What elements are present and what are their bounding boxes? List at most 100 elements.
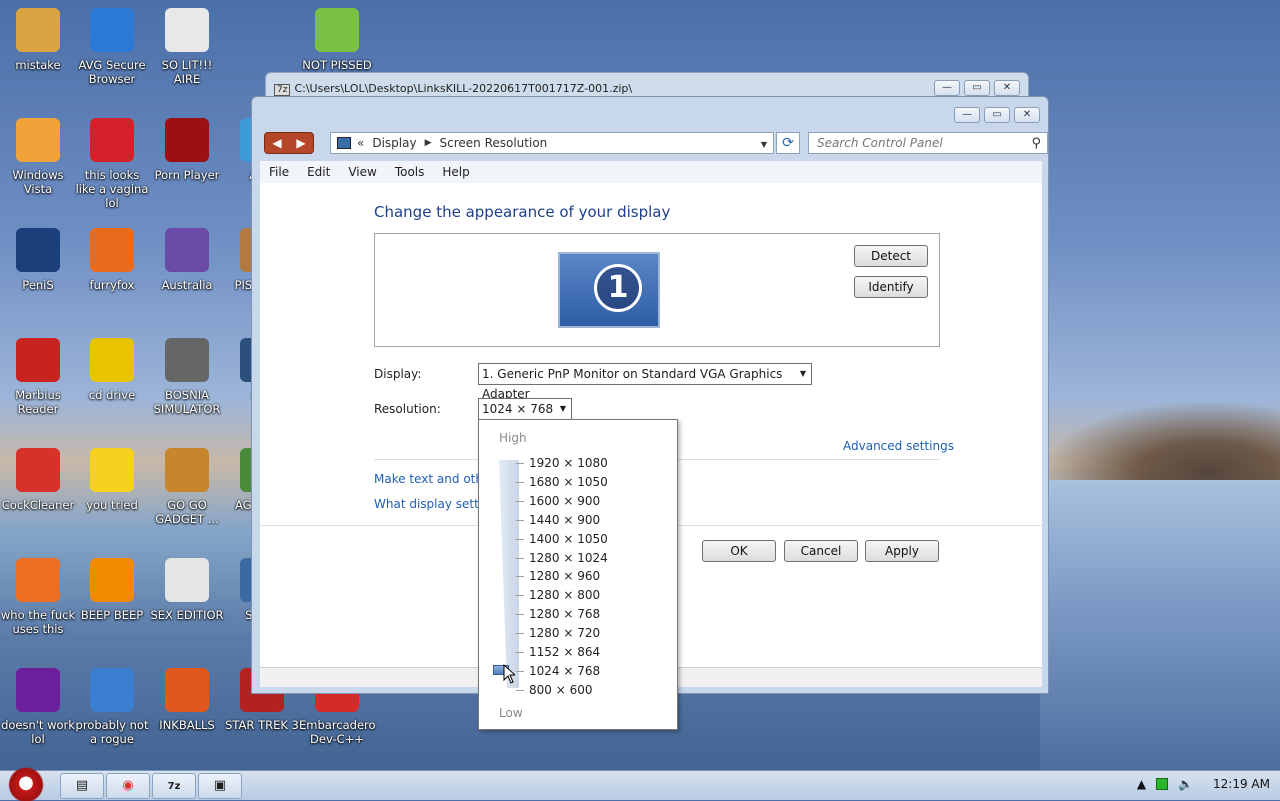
taskbar-explorer[interactable]: ▤	[60, 773, 104, 799]
resolution-option[interactable]: 1680 × 1050	[529, 475, 608, 489]
resolution-option[interactable]: 1440 × 900	[529, 513, 600, 527]
resolution-option[interactable]: 1400 × 1050	[529, 532, 608, 546]
resolution-option[interactable]: 1280 × 800	[529, 588, 600, 602]
resolution-option[interactable]: 1280 × 768	[529, 607, 600, 621]
slider-tick	[516, 670, 524, 672]
search-input[interactable]: Search Control Panel ⚲	[808, 132, 1048, 154]
control-panel-icon: ▣	[213, 778, 227, 793]
desktop-icon-label: Porn Player	[154, 168, 220, 182]
resolution-option[interactable]: 1280 × 720	[529, 626, 600, 640]
desktop-icon[interactable]: AVG Secure Browser	[74, 8, 150, 86]
resolution-value: 1024 × 768	[482, 402, 554, 416]
taskbar-control-panel[interactable]: ▣	[198, 773, 242, 799]
desktop-icon[interactable]: you tried	[74, 448, 150, 512]
close-button[interactable]: ✕	[994, 80, 1020, 96]
show-hidden-icons-icon[interactable]: ▲	[1137, 777, 1146, 791]
desktop-icon[interactable]: Marbius Reader	[0, 338, 76, 416]
back-forward-buttons[interactable]: ◀ ▶	[264, 132, 314, 154]
desktop-icon[interactable]: Windows Vista	[0, 118, 76, 196]
identify-button[interactable]: Identify	[854, 276, 928, 298]
maximize-button[interactable]: ▭	[964, 80, 990, 96]
desktop-icon[interactable]: PeniS	[0, 228, 76, 292]
desktop-icon[interactable]: cd drive	[74, 338, 150, 402]
address-bar[interactable]: « Display ▶ Screen Resolution ▼	[330, 132, 774, 154]
desktop-icon-label: this looks like a vagina lol	[75, 168, 149, 210]
detect-button[interactable]: Detect	[854, 245, 928, 267]
low-label: Low	[499, 706, 523, 720]
angry-bird-start-icon: ●	[18, 772, 34, 793]
slider-tick	[516, 519, 524, 521]
clock[interactable]: 12:19 AM	[1213, 777, 1270, 791]
desktop-icon[interactable]: Australia	[149, 228, 225, 292]
menu-view[interactable]: View	[339, 165, 385, 179]
desktop-icon[interactable]: Porn Player	[149, 118, 225, 182]
menu-help[interactable]: Help	[433, 165, 478, 179]
desktop-icon[interactable]: this looks like a vagina lol	[74, 118, 150, 210]
desktop-icon[interactable]: INKBALLS	[149, 668, 225, 732]
desktop-icon-label: PeniS	[22, 278, 54, 292]
desktop-icon[interactable]: probably not a rogue	[74, 668, 150, 746]
display-select[interactable]: 1. Generic PnP Monitor on Standard VGA G…	[478, 363, 812, 401]
resolution-dropdown[interactable]: High 1920 × 1080 1680 × 1050 1600 × 900 144…	[478, 419, 678, 730]
desktop-icon-label: who the fuck uses this	[0, 608, 76, 636]
search-icon[interactable]: ⚲	[1031, 134, 1041, 154]
breadcrumb-screen-resolution[interactable]: Screen Resolution	[440, 136, 548, 150]
menu-tools[interactable]: Tools	[386, 165, 434, 179]
close-button[interactable]: ✕	[1014, 107, 1040, 123]
maximize-button[interactable]: ▭	[984, 107, 1010, 123]
desktop-icon[interactable]: NOT PISSED	[299, 8, 375, 72]
desktop-icon[interactable]: doesn't work lol	[0, 668, 76, 746]
minimize-button[interactable]: —	[954, 107, 980, 123]
chrome-icon: ◉	[122, 778, 134, 793]
resolution-option[interactable]: 1600 × 900	[529, 494, 600, 508]
taskbar-7z[interactable]: 7z	[152, 773, 196, 799]
desktop-icon[interactable]: BEEP BEEP	[74, 558, 150, 622]
display-label: Display:	[374, 367, 422, 381]
resolution-option[interactable]: 1024 × 768	[529, 664, 600, 678]
resolution-option[interactable]: 1280 × 1024	[529, 551, 608, 565]
breadcrumb-prefix[interactable]: «	[357, 136, 364, 150]
folder-icon: ▤	[75, 778, 89, 793]
slider-tick	[516, 557, 524, 559]
ok-button[interactable]: OK	[702, 540, 776, 562]
desktop-icon[interactable]: BOSNIA SIMULATOR	[149, 338, 225, 416]
apply-button[interactable]: Apply	[865, 540, 939, 562]
refresh-icon: ⟳	[782, 135, 794, 151]
forward-arrow-icon[interactable]: ▶	[296, 136, 305, 150]
refresh-button[interactable]: ⟳	[776, 132, 800, 154]
menu-edit[interactable]: Edit	[298, 165, 339, 179]
resolution-option[interactable]: 800 × 600	[529, 683, 593, 697]
desktop-icon[interactable]: GO GO GADGET ...	[149, 448, 225, 526]
resolution-option[interactable]: 1152 × 864	[529, 645, 600, 659]
taskbar-chrome[interactable]: ◉	[106, 773, 150, 799]
desktop-icon[interactable]: who the fuck uses this	[0, 558, 76, 636]
advanced-settings-link[interactable]: Advanced settings	[843, 439, 954, 453]
page-title: Change the appearance of your display	[374, 203, 671, 221]
wallpaper-cliffs	[1040, 400, 1280, 490]
desktop-icon[interactable]: CockCleaner	[0, 448, 76, 512]
resolution-option[interactable]: 1920 × 1080	[529, 456, 608, 470]
monitor-icon[interactable]: 1	[558, 252, 660, 328]
desktop-icon[interactable]: SEX EDITIOR	[149, 558, 225, 622]
menu-file[interactable]: File	[260, 165, 298, 179]
breadcrumb-display[interactable]: Display	[372, 136, 416, 150]
resolution-slider-track[interactable]	[499, 460, 519, 688]
desktop-icon[interactable]: furryfox	[74, 228, 150, 292]
desktop-icon[interactable]: mistake	[0, 8, 76, 72]
chevron-down-icon: ▼	[799, 369, 806, 378]
desktop-icon[interactable]: SO LIT!!! AIRE	[149, 8, 225, 86]
minimize-button[interactable]: —	[934, 80, 960, 96]
slider-tick	[516, 576, 524, 578]
vlc-icon	[90, 558, 134, 602]
cancel-button[interactable]: Cancel	[784, 540, 858, 562]
resolution-select[interactable]: 1024 × 768 ▼	[478, 398, 572, 420]
back-arrow-icon[interactable]: ◀	[272, 136, 281, 150]
start-button[interactable]: ●	[4, 765, 48, 801]
photoshop-icon	[16, 228, 60, 272]
breadcrumb-separator-icon[interactable]: ▶	[425, 138, 432, 148]
chevron-down-icon[interactable]: ▼	[761, 140, 767, 149]
desktop-icon-label: NOT PISSED	[302, 58, 372, 72]
network-status-icon[interactable]	[1156, 778, 1169, 790]
volume-icon[interactable]: 🔈	[1178, 777, 1193, 791]
resolution-option[interactable]: 1280 × 960	[529, 569, 600, 583]
